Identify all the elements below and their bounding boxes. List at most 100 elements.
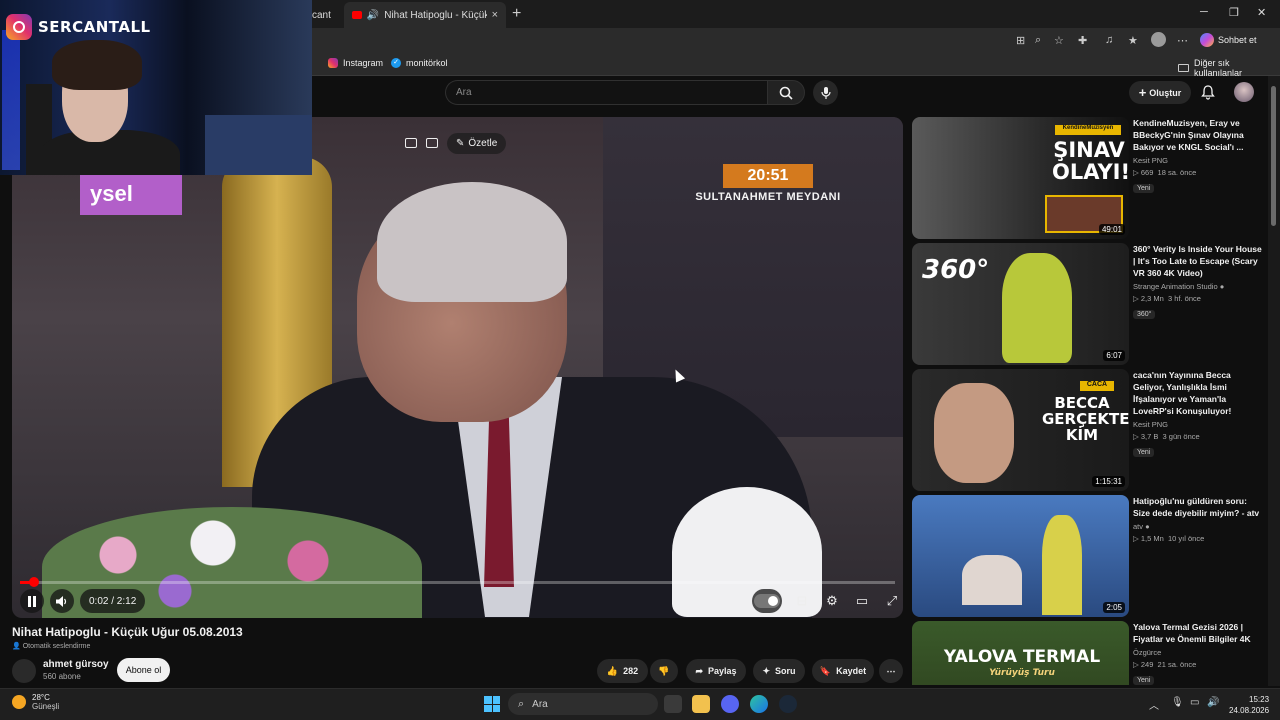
subtitles-icon[interactable]: ⊟ (792, 591, 812, 611)
dislike-button[interactable]: 👎 (650, 659, 678, 683)
notifications-bell-icon[interactable] (1200, 84, 1216, 100)
search-input[interactable]: Ara (445, 80, 767, 105)
more-menu-icon[interactable]: ⋯ (1177, 34, 1188, 47)
search-placeholder: Ara (456, 87, 472, 98)
windows-start-icon[interactable] (484, 696, 500, 712)
settings-gear-icon[interactable]: ⚙ (822, 591, 842, 611)
tray-chevron-icon[interactable]: ︿ (1149, 697, 1159, 712)
suggestion-title[interactable]: caca'nın Yayınına Becca Geliyor, Yanlışl… (1133, 369, 1263, 417)
webcam-led-light (2, 30, 20, 170)
summarize-button[interactable]: ✎ Özetle (447, 132, 507, 154)
page-scrollbar[interactable] (1268, 76, 1280, 686)
suggestion-channel[interactable]: Kesit PNG (1133, 420, 1263, 429)
fullscreen-icon[interactable]: ⤢ (882, 591, 902, 611)
restore-icon[interactable]: ❐ (1229, 6, 1239, 19)
task-view-icon[interactable] (664, 695, 682, 713)
pause-button[interactable] (20, 589, 44, 613)
suggestion-title[interactable]: 360° Verity Is Inside Your House | It's … (1133, 243, 1263, 279)
webcam-streamer-hair (52, 40, 142, 90)
tab-active[interactable]: 🔊 Nihat Hatipoglu - Küçük U × (344, 2, 506, 28)
tab-previous[interactable]: cant (312, 2, 342, 28)
video-person-hair (377, 182, 567, 302)
voice-search-button[interactable] (813, 80, 838, 105)
thumb-creature (1002, 253, 1072, 363)
close-tab-icon[interactable]: × (492, 9, 498, 21)
window-close-icon[interactable]: ✕ (1257, 6, 1266, 19)
steam-icon[interactable] (779, 695, 797, 713)
media-icon[interactable]: ♫ (1105, 34, 1113, 46)
discord-icon[interactable] (721, 695, 739, 713)
suggestion-item[interactable]: CACA BECCA GERÇEKTE KİM 1:15:31 caca'nın… (912, 369, 1272, 491)
create-button[interactable]: + Oluştur (1129, 81, 1191, 104)
suggestion-channel[interactable]: Kesit PNG (1133, 156, 1263, 165)
picture-in-picture-icon[interactable] (426, 138, 438, 148)
save-label: Kaydet (836, 666, 867, 676)
search-button[interactable] (767, 80, 805, 105)
share-button[interactable]: ➦ Paylaş (686, 659, 746, 683)
subscribe-button[interactable]: Abone ol (117, 658, 170, 682)
save-button[interactable]: 🔖 Kaydet (812, 659, 874, 683)
tray-network-icon[interactable]: ▭ (1190, 697, 1199, 708)
suggestion-thumbnail[interactable]: YALOVA TERMAL Yürüyüş Turu (912, 621, 1129, 685)
bookmark-instagram[interactable]: Instagram (328, 58, 383, 68)
other-bookmarks[interactable]: Diğer sık kullanılanlar (1178, 58, 1280, 78)
more-actions-button[interactable]: ⋯ (879, 659, 903, 683)
new-tab-button[interactable]: + (512, 5, 521, 23)
channel-avatar[interactable] (12, 659, 36, 683)
video-location-overlay: SULTANAHMET MEYDANI (695, 191, 841, 203)
copilot-button[interactable]: Sohbet et (1200, 33, 1257, 47)
minimize-icon[interactable]: ─ (1200, 6, 1208, 18)
favorite-star-icon[interactable]: ☆ (1054, 34, 1064, 47)
weather-widget[interactable]: 28°C Güneşli (12, 693, 59, 711)
verified-icon: ● (1145, 522, 1150, 531)
file-explorer-icon[interactable] (692, 695, 710, 713)
suggestion-thumbnail[interactable]: KendineMuzisyen ŞINAV OLAYI! 49:01 (912, 117, 1129, 239)
suggestion-title[interactable]: KendineMuzisyen, Eray ve BBeckyG'nin Şın… (1133, 117, 1263, 153)
autoplay-toggle[interactable] (752, 589, 782, 613)
instagram-icon (328, 58, 338, 68)
weather-description: Güneşli (32, 702, 60, 711)
scrollbar-thumb[interactable] (1271, 86, 1276, 226)
mute-button[interactable] (50, 589, 74, 613)
suggestion-item[interactable]: KendineMuzisyen ŞINAV OLAYI! 49:01 Kendi… (912, 117, 1272, 239)
bookmark-monitorkol[interactable]: ✓ monitörkol (391, 58, 448, 68)
suggestion-item[interactable]: YALOVA TERMAL Yürüyüş Turu Yalova Termal… (912, 621, 1272, 685)
extensions-icon[interactable]: ✚ (1078, 34, 1087, 47)
account-avatar[interactable] (1234, 82, 1254, 102)
tray-microphone-icon[interactable]: 🎙 (1171, 697, 1184, 708)
video-progress-bar[interactable] (20, 577, 895, 587)
edge-browser-icon[interactable] (750, 695, 768, 713)
suggestion-channel[interactable]: Strange Animation Studio ● (1133, 282, 1263, 291)
suggestion-badge: Yeni (1133, 184, 1155, 193)
like-button[interactable]: 👍 282 (597, 659, 648, 683)
suggestion-channel[interactable]: Özgürce (1133, 648, 1263, 657)
favorites-icon[interactable]: ★ (1128, 34, 1138, 47)
video-player[interactable]: ysel 20:51 SULTANAHMET MEYDANI (12, 117, 903, 618)
ask-button[interactable]: ✦ Soru (753, 659, 805, 683)
like-count: 282 (623, 666, 639, 676)
suggestion-title[interactable]: Yalova Termal Gezisi 2026 | Fiyatlar ve … (1133, 621, 1263, 645)
suggestion-item[interactable]: 2:05 Hatipoğlu'nu güldüren soru: Size de… (912, 495, 1272, 617)
suggestion-channel[interactable]: atv ● (1133, 522, 1263, 531)
suggestion-thumbnail[interactable]: 360° 6:07 (912, 243, 1129, 365)
thumb-title-text: YALOVA TERMAL (943, 647, 1101, 667)
copilot-icon (1200, 33, 1214, 47)
thumbs-up-icon: 👍 (606, 665, 619, 676)
browser-profile-avatar[interactable] (1151, 32, 1166, 47)
taskbar-search[interactable]: ⌕ Ara (508, 693, 658, 715)
theater-mode-icon[interactable]: ▭ (852, 591, 872, 611)
suggestion-thumbnail[interactable]: 2:05 (912, 495, 1129, 617)
suggestion-info: Yalova Termal Gezisi 2026 | Fiyatlar ve … (1133, 621, 1263, 685)
channel-name[interactable]: ahmet gürsoy (43, 659, 109, 670)
video-progress-scrubber[interactable] (29, 577, 39, 587)
tray-speaker-icon[interactable]: 🔊 (1207, 697, 1219, 708)
speaker-icon[interactable]: 🔊 (367, 10, 379, 21)
zoom-icon[interactable]: ⌕ (1035, 34, 1041, 47)
suggestion-thumbnail[interactable]: CACA BECCA GERÇEKTE KİM 1:15:31 (912, 369, 1129, 491)
miniplayer-icon[interactable] (405, 138, 417, 148)
system-clock[interactable]: 15:23 24.08.2026 (1229, 694, 1269, 716)
suggestion-badge: Yeni (1133, 448, 1155, 457)
suggestion-title[interactable]: Hatipoğlu'nu güldüren soru: Size dede di… (1133, 495, 1263, 519)
suggestion-item[interactable]: 360° 6:07 360° Verity Is Inside Your Hou… (912, 243, 1272, 365)
app-view-icon[interactable]: ⊞ (1016, 34, 1025, 47)
